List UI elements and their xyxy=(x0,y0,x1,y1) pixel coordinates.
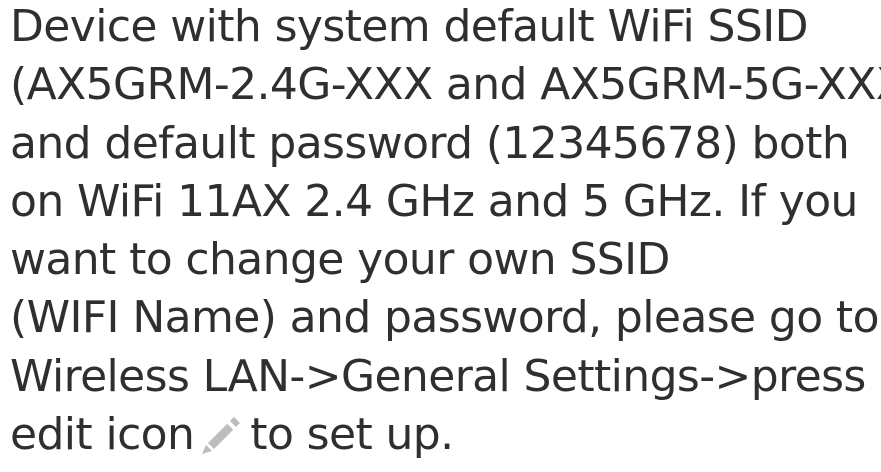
text-line-2: (AX5GRM-2.4G-XXX and AX5GRM-5G-XXX) xyxy=(10,59,881,111)
text-line-6: (WIFI Name) and password, please go to xyxy=(10,292,879,344)
text-line-3: and default password (12345678) both xyxy=(10,117,850,169)
text-line-5: want to change your own SSID xyxy=(10,234,670,286)
pencil-icon xyxy=(198,411,244,457)
text-line-8: edit icon to set up. xyxy=(10,406,880,464)
text-line-4: on WiFi 11AX 2.4 GHz and 5 GHz. If you xyxy=(10,175,858,227)
text-after-icon: to set up. xyxy=(250,409,454,461)
text-before-icon: edit icon xyxy=(10,409,195,461)
text-line-7: Wireless LAN->General Settings->press xyxy=(10,350,866,402)
instruction-paragraph: Device with system default WiFi SSID (AX… xyxy=(10,0,881,464)
text-line-1: Device with system default WiFi SSID xyxy=(10,1,808,52)
